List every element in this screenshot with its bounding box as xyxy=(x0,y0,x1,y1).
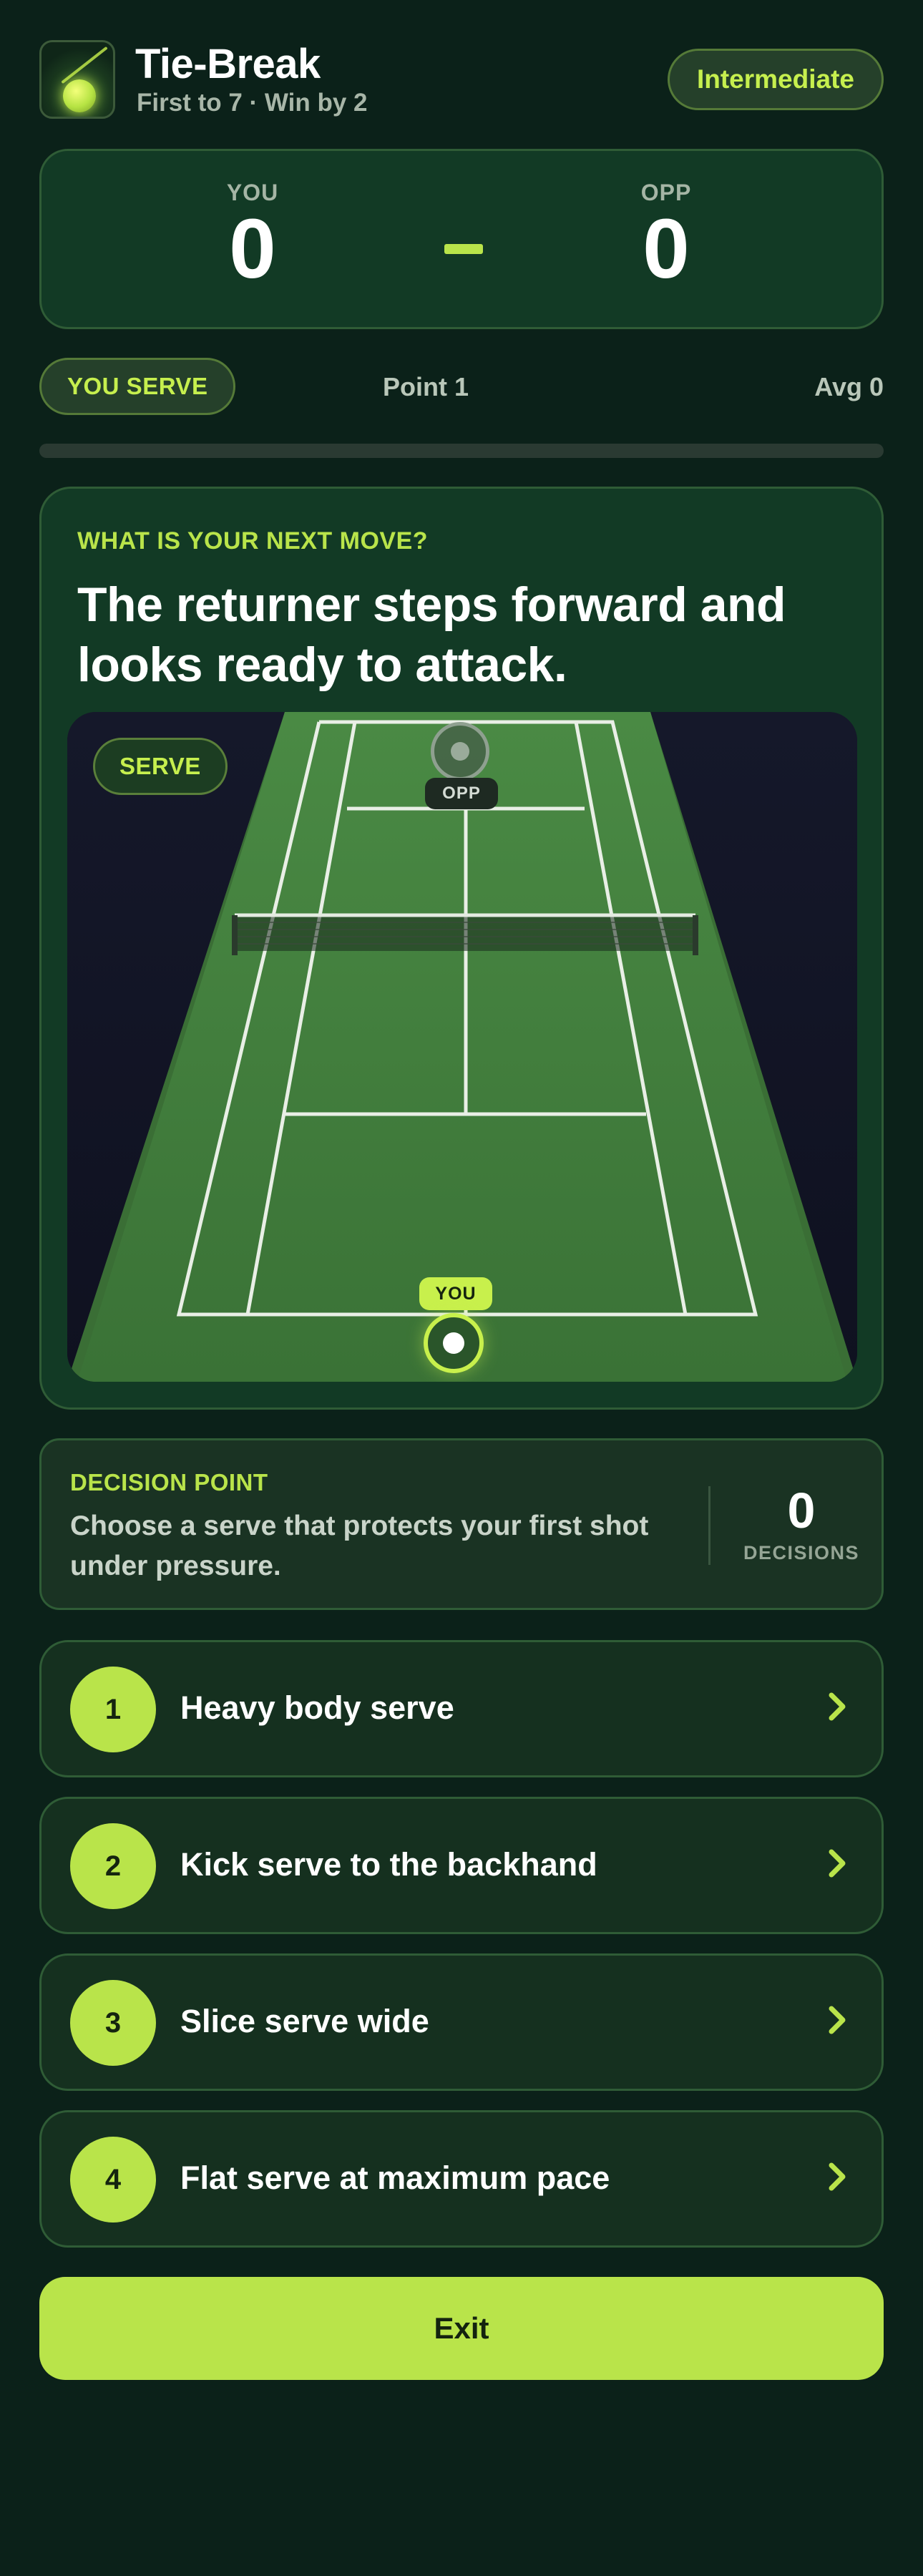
decision-point-card: DECISION POINT Choose a serve that prote… xyxy=(39,1438,884,1610)
average-score: Avg 0 xyxy=(814,372,884,401)
app-title: Tie-Break xyxy=(135,41,321,87)
option-button-3[interactable]: 3 Slice serve wide xyxy=(39,1953,884,2091)
court-phase-badge: SERVE xyxy=(93,738,228,795)
question-card: WHAT IS YOUR NEXT MOVE? The returner ste… xyxy=(39,487,884,1410)
opponent-marker-label: OPP xyxy=(425,778,498,809)
tennis-ball-logo-icon xyxy=(39,40,115,119)
option-button-2[interactable]: 2 Kick serve to the backhand xyxy=(39,1797,884,1934)
status-row: YOU SERVE Point 1 Avg 0 xyxy=(39,358,884,416)
option-number-badge: 3 xyxy=(70,1980,156,2066)
opponent-score-value: 0 xyxy=(643,202,690,296)
decision-description: Choose a serve that protects your first … xyxy=(70,1511,649,1581)
option-label: Kick serve to the backhand xyxy=(180,1846,597,1883)
decision-divider xyxy=(708,1486,710,1565)
option-number-badge: 2 xyxy=(70,1823,156,1909)
scoreboard: YOU 0 OPP 0 xyxy=(39,149,884,329)
option-number-badge: 1 xyxy=(70,1667,156,1752)
difficulty-level-badge[interactable]: Intermediate xyxy=(667,49,884,110)
opponent-score: OPP 0 xyxy=(573,180,759,292)
player-score-value: 0 xyxy=(229,202,276,296)
option-label: Slice serve wide xyxy=(180,2003,429,2039)
option-button-4[interactable]: 4 Flat serve at maximum pace xyxy=(39,2110,884,2248)
option-label: Flat serve at maximum pace xyxy=(180,2160,610,2196)
decision-eyebrow: DECISION POINT xyxy=(70,1469,268,1496)
point-counter: Point 1 xyxy=(383,372,469,401)
opponent-position-marker xyxy=(431,722,489,781)
decisions-count-label: DECISIONS xyxy=(743,1542,860,1563)
option-number-badge: 4 xyxy=(70,2137,156,2223)
serve-indicator-badge: YOU SERVE xyxy=(39,358,236,415)
app-subtitle: First to 7 · Win by 2 xyxy=(137,89,368,117)
question-eyebrow: WHAT IS YOUR NEXT MOVE? xyxy=(77,527,429,555)
decisions-count: 0 xyxy=(787,1483,816,1538)
player-score: YOU 0 xyxy=(160,180,346,292)
exit-button[interactable]: Exit xyxy=(39,2277,884,2380)
header: Tie-Break First to 7 · Win by 2 Intermed… xyxy=(39,40,884,120)
chevron-right-icon xyxy=(829,1849,846,1878)
player-position-marker xyxy=(424,1313,484,1373)
chevron-right-icon xyxy=(829,2006,846,2034)
chevron-right-icon xyxy=(829,2162,846,2191)
progress-bar xyxy=(39,444,884,458)
player-marker-label: YOU xyxy=(419,1277,492,1310)
chevron-right-icon xyxy=(829,1692,846,1721)
option-button-1[interactable]: 1 Heavy body serve xyxy=(39,1640,884,1777)
option-label: Heavy body serve xyxy=(180,1689,454,1726)
tennis-court-view: SERVE OPP YOU xyxy=(67,712,857,1382)
question-title: The returner steps forward and looks rea… xyxy=(77,577,786,692)
score-separator xyxy=(444,244,483,254)
